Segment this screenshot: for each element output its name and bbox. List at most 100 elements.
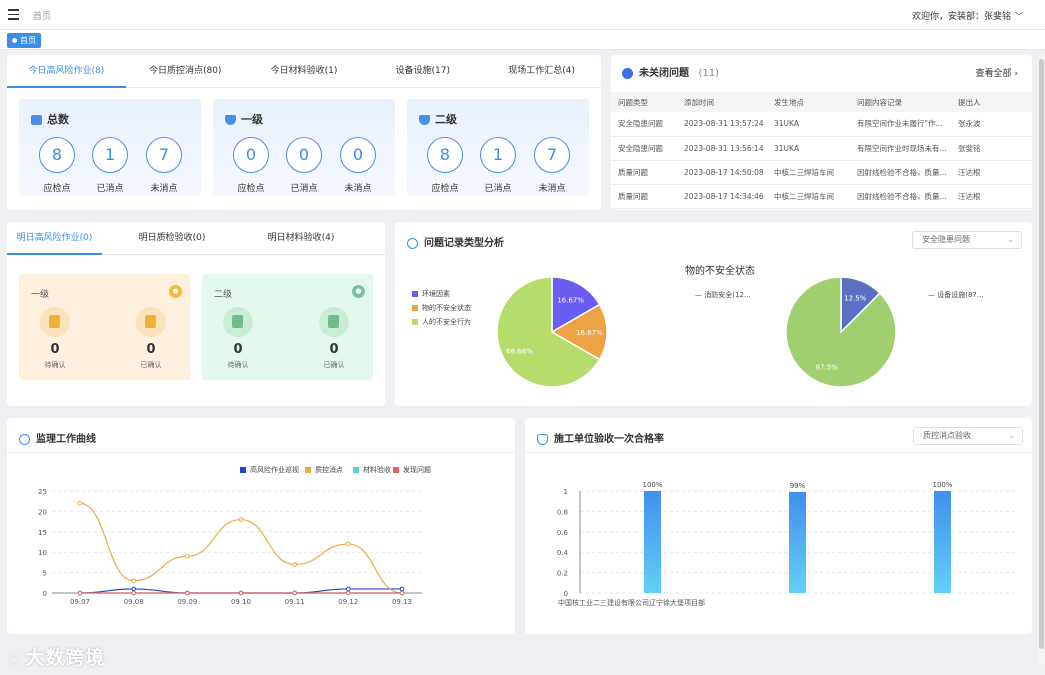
- box-title: 二级: [214, 290, 233, 300]
- pie-charts: 16.67% 16.67% 66.66% 12.5% 87.5%: [496, 276, 897, 388]
- stat-label: 已消点: [290, 184, 318, 194]
- count-value: 0: [50, 342, 60, 357]
- cell: 安全隐患问题: [611, 136, 677, 161]
- breadcrumb[interactable]: 首页: [33, 9, 51, 22]
- scrollbar-thumb[interactable]: [1039, 59, 1044, 649]
- data-point: [238, 590, 244, 596]
- tab-today-high-risk[interactable]: 今日高风险作业(8): [7, 55, 126, 88]
- level1-box: 一级 0 0 0 应检点 已消点 未消点: [213, 99, 395, 196]
- tab-equipment[interactable]: 设备设施(17): [363, 55, 482, 87]
- data-point: [185, 590, 190, 596]
- stat-circle: 7: [146, 137, 182, 173]
- supervision-card: 监理工作曲线 高风险作业巡视 质控消点 材料验收 发现问题 25 20 15 10 5 0…: [7, 418, 515, 634]
- tomorrow-tabs: 明日高风险作业(0) 明日质检验收(0) 明日材料验收(4): [7, 222, 385, 255]
- slice-label: 16.67%: [557, 297, 584, 305]
- today-tabs: 今日高风险作业(8) 今日质控消点(80) 今日材料验收(1) 设备设施(17)…: [7, 55, 601, 88]
- info-icon: [622, 67, 633, 79]
- stat-label: 应检点: [43, 184, 71, 194]
- scrollbar[interactable]: [1038, 55, 1045, 665]
- stat-circle: 0: [340, 137, 376, 173]
- view-all-label: 查看全部: [975, 69, 1012, 79]
- y-tick-label: 0.2: [557, 570, 568, 578]
- column-header: 问题内容记录: [850, 92, 951, 112]
- count-value: 0: [233, 342, 243, 357]
- cell: 质量问题: [611, 184, 677, 209]
- stat-circle: 7: [534, 137, 570, 173]
- slice-label: 87.5%: [816, 364, 839, 372]
- y-tick-label: 0: [564, 590, 568, 598]
- bar: [934, 491, 951, 593]
- open-issues-card: 未关闭问题 (11) 查看全部 › 问题类型 添加时间 发生地点 问题内容记录 …: [611, 55, 1032, 210]
- tag-bar: 首页: [0, 30, 1045, 50]
- data-point: [131, 590, 136, 596]
- x-tick-label: 09.08: [124, 598, 144, 606]
- count-label: 已确认: [323, 361, 345, 369]
- cell: 因射线检验不合格，质量...: [850, 184, 951, 209]
- level1-box: 一级 ● 0 0 待确认 已确认: [19, 274, 190, 380]
- home-tag-label: 首页: [20, 36, 36, 45]
- series-line: [79, 502, 403, 594]
- column-header: 发生地点: [767, 92, 850, 112]
- today-card: 今日高风险作业(8) 今日质控消点(80) 今日材料验收(1) 设备设施(17)…: [7, 55, 601, 210]
- total-box: 总数 8 1 7 应检点 已消点 未消点: [19, 99, 201, 196]
- y-tick-label: 5: [43, 570, 47, 578]
- stat-label: 应检点: [431, 184, 459, 194]
- cell: 2023-08-31 13:56:14: [677, 136, 767, 161]
- shield-icon: ●: [352, 285, 365, 298]
- view-all-link[interactable]: 查看全部 ›: [976, 66, 1019, 79]
- stat-circle: 0: [286, 137, 322, 173]
- chevron-down-icon: ﹀: [1015, 12, 1023, 21]
- issues-count: (11): [698, 68, 720, 79]
- y-tick-label: 0.4: [557, 549, 569, 557]
- stat-circle: 8: [39, 137, 75, 173]
- stat-label: 应检点: [237, 184, 265, 194]
- cell: 有限空间作业未履行"作...: [850, 112, 951, 137]
- data-point: [131, 586, 136, 592]
- document-icon: [40, 307, 70, 337]
- stat-circle: 1: [480, 137, 516, 173]
- line-chart: 25 20 15 10 5 0 09.07 09.08 09.09 09.10 09.11 09.12…: [38, 488, 422, 606]
- y-tick-label: 0.6: [557, 529, 569, 537]
- box-title: 一级: [31, 290, 50, 300]
- stat-label: 未消点: [538, 184, 566, 194]
- y-tick-label: 20: [38, 508, 47, 516]
- data-point: [346, 541, 351, 547]
- cell: 汪达根: [951, 184, 1032, 209]
- y-tick-label: 25: [38, 488, 47, 496]
- y-tick-label: 10: [38, 549, 47, 557]
- tab-tomorrow-quality[interactable]: 明日质检验收(0): [102, 222, 242, 254]
- x-tick-label: 09.07: [70, 598, 90, 606]
- table-row[interactable]: 质量问题 2023-08-17 14:34:46 中核二三焊培车间 因射线检验不合格，…: [611, 184, 1032, 209]
- table-row[interactable]: 安全隐患问题 2023-08-31 13:56:14 31UKA 有限空间作业时现场未…: [611, 136, 1032, 161]
- tab-site-summary[interactable]: 现场工作汇总(4): [482, 55, 601, 87]
- data-point: [77, 500, 83, 506]
- cell: 31UKA: [767, 112, 850, 137]
- x-tick-label: 09.12: [338, 598, 358, 606]
- home-tag[interactable]: 首页: [7, 33, 41, 48]
- cell: 中核二三焊培车间: [767, 160, 850, 185]
- data-point: [292, 590, 297, 596]
- document-icon: [319, 307, 349, 337]
- tab-today-quality[interactable]: 今日质控消点(80): [126, 55, 245, 87]
- table-row[interactable]: 质量问题 2023-08-17 14:50:08 中核二三焊培车间 因射线检验不合格，…: [611, 160, 1032, 185]
- box-title: 总数: [47, 113, 69, 126]
- tab-tomorrow-material[interactable]: 明日材料验收(4): [242, 222, 360, 254]
- column-header: 提出人: [951, 92, 1032, 112]
- data-point: [292, 562, 297, 567]
- issues-title: 未关闭问题: [639, 68, 689, 79]
- data-point: [399, 590, 405, 596]
- level2-box: 二级 ● 0 0 待确认 已确认: [202, 274, 373, 380]
- chevron-right-icon: ›: [1014, 69, 1018, 79]
- cell: 汪达根: [951, 160, 1032, 185]
- y-tick-label: 15: [38, 529, 47, 537]
- tab-today-material[interactable]: 今日材料验收(1): [245, 55, 364, 87]
- menu-toggle-icon[interactable]: [8, 9, 19, 20]
- stat-circle: 1: [92, 137, 128, 173]
- user-menu[interactable]: 欢迎你，安装部：张斐铭 ﹀: [912, 9, 1023, 22]
- tab-tomorrow-high-risk[interactable]: 明日高风险作业(0): [7, 222, 102, 255]
- table-row[interactable]: 安全隐患问题 2023-08-31 13:57:24 31UKA 有限空间作业未履行"…: [611, 112, 1032, 137]
- x-tick-label: 09.10: [231, 598, 251, 606]
- stat-label: 已消点: [484, 184, 512, 194]
- stat-label: 未消点: [344, 184, 372, 194]
- cell: 安全隐患问题: [611, 112, 677, 137]
